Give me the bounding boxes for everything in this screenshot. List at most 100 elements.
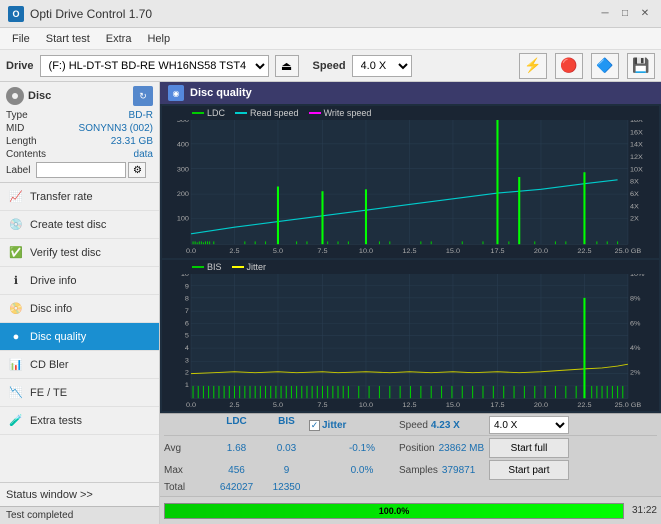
samples-display: Samples 379871	[399, 465, 489, 476]
svg-text:2.5: 2.5	[229, 248, 239, 255]
nav-extra-tests-label: Extra tests	[30, 415, 82, 427]
disc-length-row: Length 23.31 GB	[6, 136, 153, 147]
speed-col-label: Speed	[399, 420, 428, 431]
disc-refresh-button[interactable]: ↻	[133, 86, 153, 106]
svg-text:12X: 12X	[630, 154, 643, 161]
svg-text:5.0: 5.0	[273, 248, 283, 255]
disc-contents-row: Contents data	[6, 149, 153, 160]
nav-create-test-disc[interactable]: 💿 Create test disc	[0, 211, 159, 239]
svg-text:0.0: 0.0	[186, 248, 196, 255]
svg-text:12.5: 12.5	[402, 248, 416, 255]
toolbar-btn-1[interactable]: ⚡	[519, 53, 547, 79]
svg-text:15.0: 15.0	[446, 248, 460, 255]
svg-text:9: 9	[185, 283, 189, 290]
stats-area: LDC BIS ✓ Jitter Speed 4.23 X 4.0 X	[160, 413, 661, 496]
svg-text:20.0: 20.0	[534, 401, 548, 408]
nav-verify-test-disc-label: Verify test disc	[30, 247, 101, 259]
samples-label: Samples	[399, 465, 438, 476]
disc-panel: Disc ↻ Type BD-R MID SONYNN3 (002) Lengt…	[0, 82, 159, 183]
position-display: Position 23862 MB	[399, 443, 489, 454]
toolbar-btn-3[interactable]: 🔷	[591, 53, 619, 79]
drive-select[interactable]: (F:) HL-DT-ST BD-RE WH16NS58 TST4	[40, 55, 269, 77]
verify-test-disc-icon: ✅	[8, 245, 24, 261]
elapsed-time: 31:22	[632, 505, 657, 516]
status-text: Test completed	[6, 510, 73, 521]
svg-text:25.0 GB: 25.0 GB	[615, 401, 642, 408]
nav-disc-quality-label: Disc quality	[30, 331, 86, 343]
svg-text:5.0: 5.0	[273, 401, 283, 408]
nav-transfer-rate[interactable]: 📈 Transfer rate	[0, 183, 159, 211]
svg-text:22.5: 22.5	[577, 401, 591, 408]
nav-create-test-disc-label: Create test disc	[30, 219, 106, 231]
disc-label-label: Label	[6, 165, 30, 176]
stats-avg-row: Avg 1.68 0.03 -0.1% Position 23862 MB St…	[164, 437, 657, 459]
speed-select[interactable]: 4.0 X 2.0 X 8.0 X	[352, 55, 412, 77]
status-window[interactable]: Status window >>	[0, 482, 159, 506]
nav-fe-te[interactable]: 📉 FE / TE	[0, 379, 159, 407]
title-bar-left: O Opti Drive Control 1.70	[8, 6, 152, 22]
nav-transfer-rate-label: Transfer rate	[30, 191, 93, 203]
svg-text:20.0: 20.0	[534, 248, 548, 255]
disc-label-button[interactable]: ⚙	[128, 162, 146, 178]
svg-text:3: 3	[185, 357, 189, 364]
nav-drive-info-label: Drive info	[30, 275, 76, 287]
bis-legend: BIS	[192, 262, 222, 272]
speed-display: Speed 4.23 X	[399, 416, 489, 434]
eject-button[interactable]: ⏏	[275, 55, 299, 77]
drive-label: Drive	[6, 60, 34, 72]
disc-quality-panel-icon: ◉	[168, 85, 184, 101]
total-bis: 12350	[264, 482, 309, 493]
nav-items: 📈 Transfer rate 💿 Create test disc ✅ Ver…	[0, 183, 159, 435]
svg-text:8%: 8%	[630, 295, 640, 302]
stats-total-row: Total 642027 12350	[164, 481, 657, 494]
menu-file[interactable]: File	[4, 31, 38, 47]
nav-drive-info[interactable]: ℹ Drive info	[0, 267, 159, 295]
nav-cd-bler[interactable]: 📊 CD Bler	[0, 351, 159, 379]
nav-disc-info-label: Disc info	[30, 303, 72, 315]
speed-select-stats[interactable]: 4.0 X	[489, 416, 569, 434]
progress-bar-container: 100.0%	[164, 503, 624, 519]
minimize-button[interactable]: ─	[597, 6, 613, 22]
stats-header: LDC BIS ✓ Jitter Speed 4.23 X 4.0 X	[164, 416, 657, 436]
start-full-button[interactable]: Start full	[489, 438, 569, 458]
svg-text:7.5: 7.5	[317, 401, 327, 408]
svg-text:0.0: 0.0	[186, 401, 196, 408]
nav-disc-info[interactable]: 📀 Disc info	[0, 295, 159, 323]
bis-legend-label: BIS	[207, 262, 222, 272]
nav-extra-tests[interactable]: 🧪 Extra tests	[0, 407, 159, 435]
svg-text:2.5: 2.5	[229, 401, 239, 408]
svg-text:25.0 GB: 25.0 GB	[615, 248, 642, 255]
disc-type-row: Type BD-R	[6, 110, 153, 121]
bottom-bar: 100.0% 31:22	[160, 496, 661, 524]
toolbar-btn-2[interactable]: 🔴	[555, 53, 583, 79]
jitter-legend-label: Jitter	[247, 262, 267, 272]
svg-text:2X: 2X	[630, 216, 639, 223]
disc-info-icon: 📀	[8, 301, 24, 317]
disc-header: Disc ↻	[6, 86, 153, 106]
menu-help[interactable]: Help	[139, 31, 178, 47]
write-speed-legend-label: Write speed	[324, 108, 372, 118]
toolbar-btn-save[interactable]: 💾	[627, 53, 655, 79]
total-label: Total	[164, 482, 209, 493]
disc-mid-label: MID	[6, 123, 24, 134]
nav-disc-quality[interactable]: ● Disc quality	[0, 323, 159, 351]
start-part-button[interactable]: Start part	[489, 460, 569, 480]
svg-text:14X: 14X	[630, 142, 643, 149]
nav-verify-test-disc[interactable]: ✅ Verify test disc	[0, 239, 159, 267]
close-button[interactable]: ✕	[637, 6, 653, 22]
svg-text:17.5: 17.5	[490, 401, 504, 408]
ldc-legend-label: LDC	[207, 108, 225, 118]
disc-contents-value: data	[134, 149, 153, 160]
menu-extra[interactable]: Extra	[98, 31, 140, 47]
svg-text:100: 100	[177, 216, 189, 223]
disc-quality-header: ◉ Disc quality	[160, 82, 661, 104]
disc-label-input[interactable]	[36, 162, 126, 178]
menu-start-test[interactable]: Start test	[38, 31, 98, 47]
jitter-checkbox[interactable]: ✓	[309, 420, 320, 431]
svg-text:2: 2	[185, 369, 189, 376]
maximize-button[interactable]: □	[617, 6, 633, 22]
nav-fe-te-label: FE / TE	[30, 387, 67, 399]
progress-bar-fill: 100.0%	[165, 504, 623, 518]
svg-text:16X: 16X	[630, 130, 643, 137]
ldc-legend: LDC	[192, 108, 225, 118]
